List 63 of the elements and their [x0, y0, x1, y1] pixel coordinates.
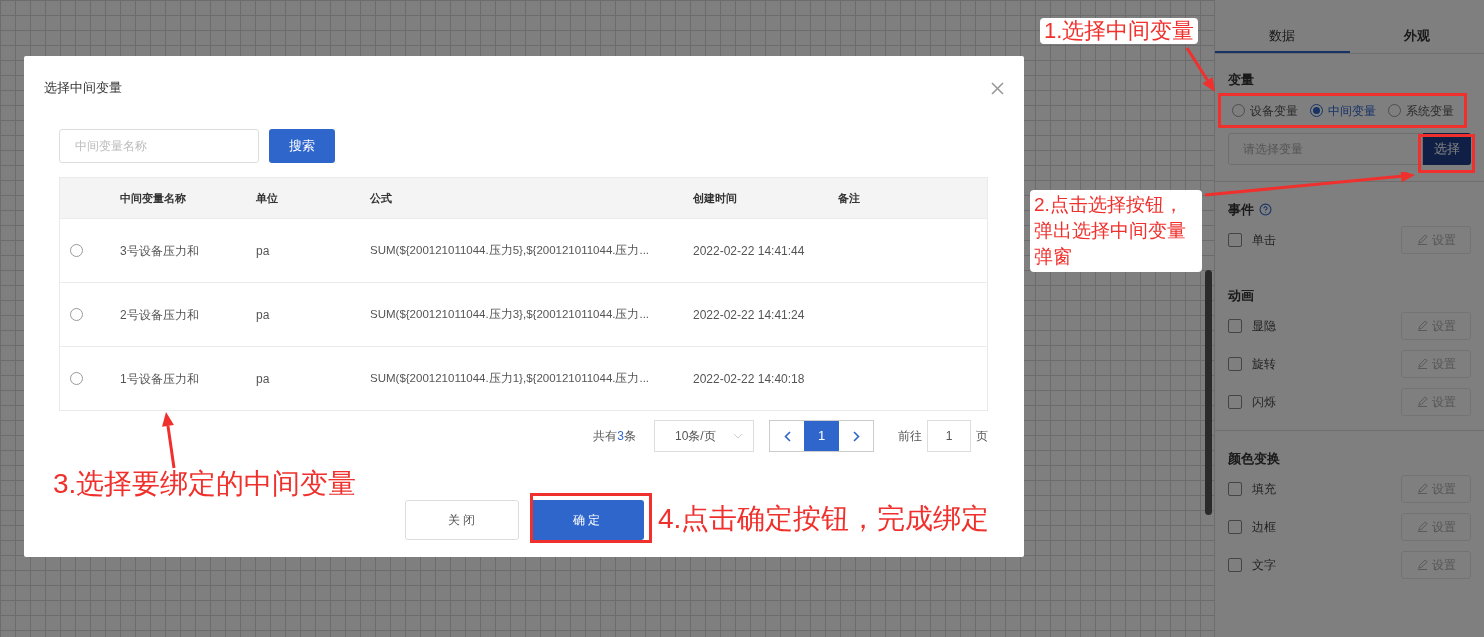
table-cell-text: SUM(${200121011044.压力1},${200121011044.压力...	[370, 370, 651, 386]
column-header: 备注	[838, 190, 860, 206]
checkbox-label: 填充	[1252, 480, 1276, 498]
table-cell-text: 2022-02-22 14:40:18	[693, 370, 806, 388]
total-count: 共有3条	[593, 428, 636, 445]
table-cell-text: SUM(${200121011044.压力3},${200121011044.压力...	[370, 306, 651, 322]
radio-label: 设备变量	[1250, 102, 1298, 120]
highlight-frame	[1418, 134, 1475, 173]
table-cell-text: 2号设备压力和	[120, 306, 200, 324]
annotation: 3.选择要绑定的中间变量	[53, 470, 357, 498]
section-title: 变量	[1228, 71, 1254, 89]
checkbox-label: 旋转	[1252, 355, 1276, 373]
close-icon[interactable]	[991, 81, 1004, 95]
pencil-icon	[1416, 521, 1428, 532]
pencil-icon	[1416, 483, 1428, 494]
page-field[interactable]: 1	[927, 420, 971, 452]
table-cell-text: 1号设备压力和	[120, 370, 200, 388]
arrow	[162, 412, 176, 469]
table-cell-text: 2022-02-22 14:41:24	[693, 306, 806, 324]
checkbox-label: 文字	[1252, 556, 1276, 574]
search-button[interactable]: 搜索	[269, 129, 335, 163]
radio-label: 系统变量	[1406, 102, 1454, 120]
annotation: 1.选择中间变量	[1040, 18, 1199, 44]
help-icon[interactable]	[1259, 203, 1272, 216]
pencil-icon	[1416, 358, 1428, 369]
checkbox-label: 闪烁	[1252, 393, 1276, 411]
tab[interactable]: 外观	[1349, 20, 1484, 53]
column-header: 创建时间	[693, 190, 738, 206]
close-button[interactable]: 关 闭	[404, 500, 519, 540]
pencil-icon	[1416, 320, 1428, 331]
page-unit: 页	[976, 428, 988, 445]
table-cell-text: 3号设备压力和	[120, 242, 200, 260]
table-cell-text: pa	[256, 370, 271, 388]
chevron-down-icon	[733, 433, 743, 439]
tab[interactable]: 数据	[1215, 20, 1350, 53]
scrollbar-thumb[interactable]	[1205, 270, 1212, 515]
checkbox-label: 显隐	[1252, 317, 1276, 335]
table-cell-text: SUM(${200121011044.压力5},${200121011044.压力...	[370, 242, 651, 258]
table-cell-text: pa	[256, 306, 271, 324]
pencil-icon	[1416, 396, 1428, 407]
radio-label: 中间变量	[1328, 102, 1376, 120]
annotation: 4.点击确定按钮，完成绑定	[658, 505, 990, 533]
column-header: 中间变量名称	[120, 190, 187, 206]
table-cell-text: pa	[256, 242, 271, 260]
page-size-select[interactable]: 10条/页	[654, 420, 754, 452]
table-cell-text: 2022-02-22 14:41:44	[693, 242, 806, 260]
checkbox-label: 边框	[1252, 518, 1276, 536]
chevron-right-icon	[852, 430, 860, 442]
goto-label: 前往	[898, 428, 922, 445]
chevron-left-icon	[783, 430, 791, 442]
checkbox-label: 单击	[1252, 231, 1276, 249]
section-title: 颜色变换	[1228, 449, 1280, 468]
section-title: 事件	[1228, 200, 1254, 219]
column-header: 公式	[370, 190, 393, 206]
pencil-icon	[1416, 559, 1428, 570]
page-button[interactable]: 1	[804, 421, 839, 451]
pencil-icon	[1416, 234, 1428, 245]
arrow	[1185, 47, 1215, 92]
column-header: 单位	[256, 190, 279, 206]
dialog-title: 选择中间变量	[44, 79, 122, 98]
section-title: 动画	[1228, 286, 1254, 305]
search-field[interactable]: 中间变量名称	[59, 129, 259, 163]
annotation: 2.点击选择按钮，弹出选择中间变量弹窗	[1030, 190, 1202, 272]
